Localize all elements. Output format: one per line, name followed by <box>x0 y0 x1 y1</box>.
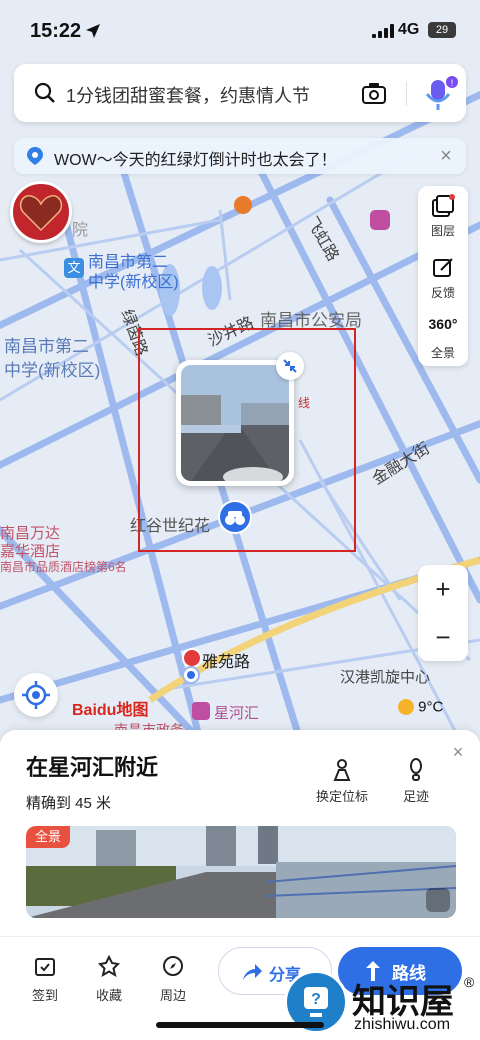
map-label-school-2: 南昌市第二 <box>4 337 89 356</box>
layers-icon <box>432 194 455 217</box>
search-divider <box>406 82 407 106</box>
feedback-icon <box>433 258 453 277</box>
poi-marker-icon[interactable] <box>234 196 252 214</box>
nearby-button[interactable]: 周边 <box>148 955 198 1005</box>
checkin-button[interactable]: 签到 <box>20 955 70 1005</box>
locate-button[interactable] <box>14 673 58 717</box>
checkin-icon <box>35 958 55 976</box>
notice-text: WOW～今天的红绿灯倒计时也太会了！ <box>54 152 337 169</box>
expand-icon[interactable] <box>426 888 450 912</box>
map-label-xinghehui: 星河汇 <box>214 705 260 722</box>
zoom-controls: + − <box>418 565 468 661</box>
notice-close-button[interactable]: × <box>434 144 458 168</box>
search-input[interactable]: 1分钱团甜蜜套餐，约惠情人节 <box>66 82 356 108</box>
layers-button[interactable]: 图层 <box>418 186 468 244</box>
metro-marker-icon[interactable] <box>182 648 202 668</box>
compass-icon <box>163 956 183 976</box>
panorama-preview[interactable]: 全景 <box>26 826 456 918</box>
map-label-yuan: 院 <box>72 222 89 239</box>
watermark: ? 知识屋 ® zhishiwu.com <box>284 970 480 1040</box>
search-icon <box>34 82 55 103</box>
notice-banner[interactable]: WOW～今天的红绿灯倒计时也太会了！ × <box>14 138 466 174</box>
layers-label: 图层 <box>430 224 455 238</box>
heart-icon <box>19 195 63 232</box>
star-icon <box>98 955 120 977</box>
map-label-yayuan: 雅苑路 <box>202 654 251 671</box>
map-label-wanda-3: 南昌市品质酒店榜第6名 <box>0 560 127 574</box>
battery-icon: 29 <box>428 22 456 38</box>
change-marker-label: 换定位标 <box>315 789 368 804</box>
sheet-close-button[interactable]: × <box>448 742 468 762</box>
side-tools-panel: 图层 反馈 360° 全景 <box>418 186 468 366</box>
status-bar: 15:22 4G 29 <box>0 0 480 56</box>
binocular-icon[interactable] <box>218 500 252 534</box>
camera-icon[interactable] <box>361 80 387 106</box>
app-root: 南昌市第二 中学(新校区) 南昌市第二 中学(新校区) 沙井路 飞虹路 绿茵路 … <box>0 0 480 1040</box>
footprint-icon <box>410 758 422 781</box>
status-time: 15:22 <box>30 20 82 42</box>
weather-temp: 9°C <box>418 698 444 716</box>
panorama-label: 全景 <box>430 346 455 360</box>
search-bar[interactable]: 1分钱团甜蜜套餐，约惠情人节 ! <box>14 64 466 122</box>
map-label-hanggang: 汉港凯旋中心 <box>340 669 431 686</box>
school-marker-icon[interactable]: 文 <box>64 258 84 278</box>
checkin-label: 签到 <box>31 988 58 1003</box>
current-location-dot <box>184 668 198 682</box>
feedback-label: 反馈 <box>430 286 455 300</box>
shop-marker-icon[interactable] <box>370 210 390 230</box>
voice-assistant-icon[interactable]: ! <box>418 74 460 114</box>
change-marker-icon <box>333 759 351 781</box>
nearby-label: 周边 <box>159 988 186 1003</box>
location-arrow-icon <box>86 24 100 38</box>
footprint-button[interactable]: 足迹 <box>396 758 436 806</box>
signal-icon <box>372 24 394 38</box>
watermark-reg: ® <box>464 974 475 990</box>
collapse-icon[interactable] <box>276 352 304 380</box>
accuracy-text: 精确到 45 米 <box>26 795 112 812</box>
place-title: 在星河汇附近 <box>26 755 159 780</box>
map-label-school-1b: 中学(新校区) <box>88 274 179 291</box>
zoom-in-button[interactable]: + <box>418 565 468 613</box>
street-view-image <box>181 365 289 481</box>
weather-sun-icon <box>398 699 414 716</box>
location-pin-icon <box>27 147 43 165</box>
panorama-360-icon: 360° <box>428 316 458 332</box>
share-icon <box>243 964 262 980</box>
panorama-image <box>26 826 456 918</box>
watermark-sub: zhishiwu.com <box>354 1016 451 1033</box>
baidu-map-logo: Baidu地图 <box>72 702 149 719</box>
map-label-school-2b: 中学(新校区) <box>4 361 101 380</box>
change-marker-button[interactable]: 换定位标 <box>312 758 372 806</box>
hotel-marker-icon[interactable] <box>192 702 210 720</box>
panorama-badge: 全景 <box>26 826 70 848</box>
weather-widget[interactable]: 9°C <box>398 698 468 722</box>
favorite-label: 收藏 <box>95 988 122 1003</box>
panorama-button[interactable]: 360° 全景 <box>418 308 468 366</box>
zoom-out-button[interactable]: − <box>418 613 468 661</box>
svg-text:?: ? <box>311 991 321 1008</box>
footprint-label: 足迹 <box>402 789 429 804</box>
favorite-button[interactable]: 收藏 <box>84 955 134 1005</box>
feedback-button[interactable]: 反馈 <box>418 248 468 306</box>
home-indicator[interactable] <box>156 1022 324 1028</box>
crosshair-icon <box>22 681 50 709</box>
svg-text:!: ! <box>451 78 454 88</box>
avatar[interactable] <box>10 181 72 243</box>
network-type: 4G <box>398 21 420 38</box>
